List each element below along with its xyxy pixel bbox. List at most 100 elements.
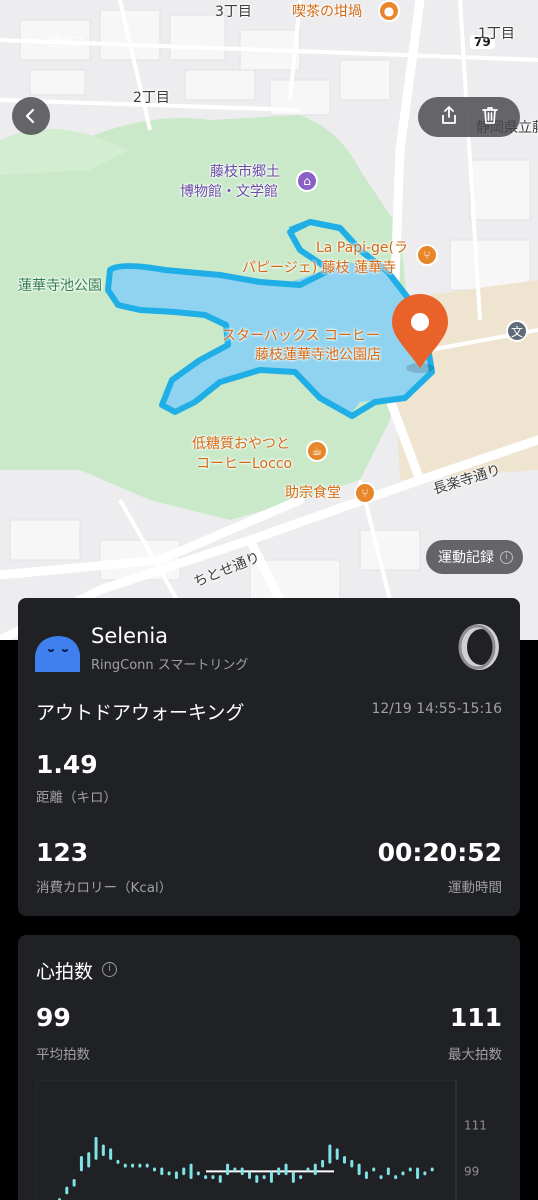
heart-rate-bar (248, 1171, 251, 1179)
heart-rate-bar (269, 1171, 273, 1183)
activity-type: アウトドアウォーキング (36, 702, 245, 724)
duration-label: 運動時間 (448, 880, 502, 896)
cafe-poi-icon: ● (378, 0, 400, 22)
heart-rate-bar (401, 1171, 405, 1176)
heart-rate-bar (167, 1171, 171, 1176)
heart-rate-title: 心拍数 (36, 961, 94, 983)
heart-rate-bar (204, 1175, 208, 1180)
route-map[interactable]: 15:57 79 3丁目 2丁目 1丁目 喫茶の坩堝 ● 静岡県立藤 藤枝市郷土… (0, 0, 538, 640)
map-label-diner: 助宗食堂 (285, 485, 341, 501)
y-tick-label: 111 (464, 1118, 487, 1132)
heart-rate-bar (372, 1167, 376, 1172)
heart-rate-bar (291, 1171, 295, 1183)
activity-time-range: 12/19 14:55-15:16 (371, 701, 502, 717)
avg-heart-value: 99 (36, 1003, 71, 1032)
share-icon (441, 106, 456, 124)
delete-button[interactable] (480, 105, 500, 129)
heart-rate-bar (343, 1156, 346, 1164)
map-label-restaurant-2: パピージェ) 藤枝 蓮華寺 (242, 260, 397, 276)
heart-rate-bar (153, 1167, 156, 1172)
smart-ring-icon (458, 624, 499, 670)
distance-label: 距離（キロ） (36, 790, 117, 806)
map-label-starbucks-1: スターバックス コーヒー (222, 328, 380, 344)
heart-rate-bar (218, 1175, 222, 1183)
heart-rate-bar (79, 1156, 83, 1172)
heart-rate-bar (72, 1179, 76, 1187)
map-label-park: 蓮華寺池公園 (18, 278, 102, 294)
map-label-locco-2: コーヒーLocco (196, 456, 293, 472)
heart-rate-bar (350, 1159, 354, 1168)
heart-rate-bar (386, 1167, 390, 1176)
back-icon (25, 108, 35, 124)
heart-rate-bar (131, 1163, 135, 1168)
heart-rate-bar (423, 1171, 427, 1176)
heart-rate-bar (123, 1163, 127, 1168)
avg-heart-label: 平均拍数 (36, 1047, 90, 1063)
calories-label: 消費カロリー（Kcal） (36, 880, 173, 896)
heart-rate-info-icon[interactable]: i (102, 962, 117, 977)
max-heart-label: 最大拍数 (448, 1047, 502, 1063)
exercise-record-label: 運動記録 (438, 550, 494, 566)
heart-rate-bar (321, 1159, 325, 1168)
max-heart-value: 111 (449, 1003, 502, 1032)
map-label-museum-1: 藤枝市郷土 (210, 164, 280, 180)
trash-icon (481, 107, 498, 124)
museum-poi-icon: ⌂ (296, 170, 318, 192)
heart-rate-bar (240, 1167, 244, 1176)
exercise-record-button[interactable]: 運動記録 i (426, 540, 523, 574)
heart-rate-bar (379, 1175, 383, 1180)
distance-value: 1.49 (36, 750, 98, 779)
heart-rate-bar (335, 1148, 339, 1160)
heart-rate-bar (94, 1136, 98, 1160)
back-button[interactable] (12, 97, 50, 135)
heart-rate-bar (262, 1175, 266, 1180)
heart-rate-bar (306, 1167, 310, 1172)
calories-value: 123 (36, 838, 89, 867)
device-name: Selenia (91, 624, 169, 648)
heart-rate-bar (357, 1163, 361, 1176)
school-poi-icon: 文 (506, 320, 528, 342)
share-button[interactable] (439, 105, 459, 129)
app-logo-icon (35, 636, 80, 672)
diner-poi-icon: ⑂ (354, 482, 376, 504)
heart-rate-card: 心拍数 i 99 平均拍数 111 最大拍数 111 99 (18, 935, 520, 1200)
map-label-district-2: 2丁目 (133, 90, 170, 106)
heart-rate-bar (182, 1167, 186, 1176)
map-label-district-3: 3丁目 (215, 4, 252, 20)
map-label-starbucks-2: 藤枝蓮華寺池公園店 (255, 347, 381, 363)
map-label-restaurant-1: La Papi-ge(ラ (316, 240, 409, 256)
restaurant-poi-icon: ⑂ (416, 244, 438, 266)
map-label-cafe: 喫茶の坩堝 (292, 4, 362, 20)
status-time: 15:57 (46, 36, 84, 51)
y-tick-label: 99 (464, 1164, 479, 1178)
heart-rate-bar (233, 1167, 237, 1172)
activity-summary-card: Selenia RingConn スマートリング アウトドアウォーキング 12/… (18, 598, 520, 916)
heart-rate-bar (101, 1144, 105, 1156)
duration-value: 00:20:52 (377, 838, 502, 867)
heart-rate-bar (196, 1171, 200, 1176)
heart-rate-bar (138, 1163, 142, 1168)
heart-rate-bar (255, 1175, 259, 1183)
heart-rate-bar (284, 1163, 288, 1176)
heart-rate-bar (87, 1152, 91, 1168)
heart-rate-bar (116, 1159, 120, 1164)
heart-rate-bar (226, 1163, 230, 1176)
heart-rate-bar (430, 1167, 434, 1172)
heart-rate-bar (313, 1163, 317, 1176)
heart-rate-bar (408, 1167, 412, 1172)
heart-rate-bar (277, 1167, 281, 1176)
heart-rate-bar (189, 1163, 193, 1179)
heart-rate-bar (109, 1148, 113, 1160)
locco-poi-icon: ☕ (306, 440, 328, 462)
heart-rate-bar (145, 1163, 149, 1168)
heart-rate-chart[interactable]: 111 99 (36, 1080, 502, 1200)
heart-rate-bar (328, 1144, 332, 1164)
map-label-district-1: 1丁目 (478, 26, 515, 42)
map-label-locco-1: 低糖質おやつと (192, 436, 290, 452)
heart-rate-bar (364, 1171, 368, 1179)
heart-rate-bar (174, 1171, 178, 1179)
device-model: RingConn スマートリング (91, 658, 249, 673)
chart-frame (36, 1080, 457, 1200)
heart-rate-bar (160, 1167, 164, 1176)
heart-rate-bar (65, 1186, 69, 1195)
